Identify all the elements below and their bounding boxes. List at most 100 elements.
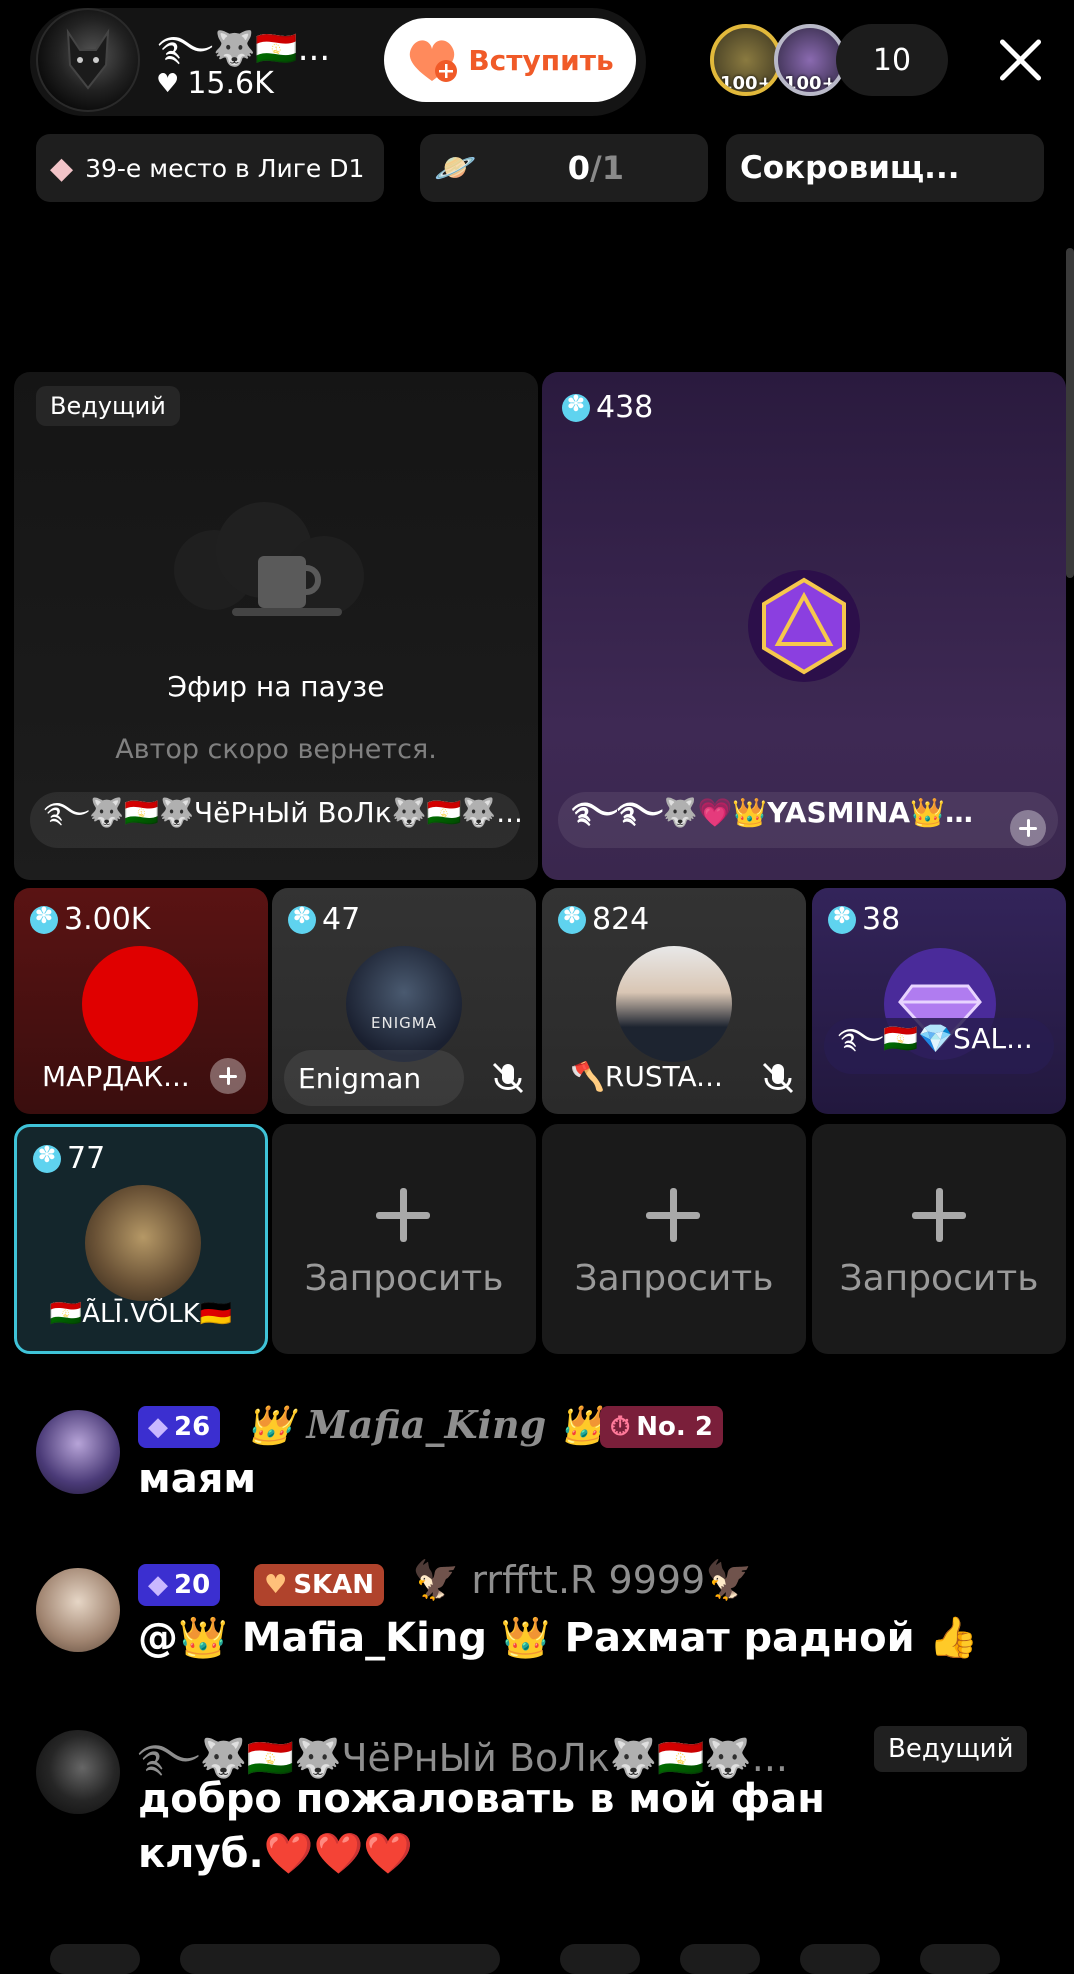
add-friend-plus-icon[interactable] [1010,810,1046,846]
host-role-badge: Ведущий [874,1726,1028,1772]
likes-count: 15.6K [187,66,274,101]
score-value: 3.00K [64,902,151,937]
top-viewer-1-avatar[interactable]: 100+ [710,24,782,96]
fan-tag-badge: ♥ SKAN [254,1564,385,1606]
bottom-button[interactable] [800,1944,880,1974]
score-value: 77 [67,1141,106,1176]
bottom-button[interactable] [560,1944,640,1974]
chat-avatar[interactable] [36,1410,120,1494]
chat-username[interactable]: 👑 Mafia_King 👑 [246,1402,607,1448]
star-coin-icon [288,904,316,934]
star-coin-icon [33,1143,61,1173]
paused-coffee-icon [174,502,364,616]
gem-icon: ◆ [148,1412,168,1442]
paused-title: Эфир на паузе [167,670,385,703]
add-friend-plus-icon[interactable] [210,1058,246,1094]
guest-tile-sal[interactable]: 38 ࿐🇹🇯💎SAL... [812,888,1066,1114]
guest-name: МАРДАК... [42,1060,190,1093]
guest-name: 🪓RUSTA... [570,1060,723,1093]
guest-tile-yasmina[interactable]: 438 ࿐࿐🐺💗👑YASMINA👑💗... [542,372,1066,880]
chat-message-line-1: добро пожаловать в мой фан [138,1776,825,1822]
rank-value: No. 2 [636,1412,713,1442]
level-value: 26 [174,1412,211,1442]
guest-tile-enigman[interactable]: 47 ENIGMA Enigman [272,888,536,1114]
request-label: Запросить [839,1258,1039,1299]
chat-username[interactable]: 🦅 rrfftt.R 9999🦅 [412,1558,753,1603]
bottom-button[interactable] [50,1944,140,1974]
stopwatch-icon: ⏱ [610,1411,631,1442]
bottom-button[interactable] [680,1944,760,1974]
score-value: 824 [592,902,650,937]
wolf-avatar-icon [66,28,110,90]
score-value: 438 [596,390,654,425]
chat-message: маям [138,1456,257,1502]
score-value: 47 [322,902,361,937]
chat-avatar[interactable] [36,1568,120,1652]
polyhedron-avatar-icon [748,570,860,682]
guest-score: 3.00K [30,902,150,937]
viewer-count[interactable]: 10 [836,24,948,96]
treasure-chip[interactable]: Сокровищ... [726,134,1044,202]
mic-muted-icon [492,1062,524,1094]
star-coin-icon [30,904,58,934]
close-icon[interactable] [990,30,1050,90]
star-coin-icon [558,904,586,934]
paused-subtitle: Автор скоро вернется. [115,734,437,765]
join-fan-club-button[interactable]: Вступить [384,18,636,102]
chat-message: @👑 Mafia_King 👑 Рахмат радной 👍 [138,1615,979,1661]
plus-icon [912,1188,966,1242]
comment-input[interactable] [180,1944,500,1974]
mic-muted-icon [762,1062,794,1094]
host-tag: Ведущий [36,386,180,426]
scrollbar[interactable] [1066,248,1074,578]
guest-tile-alivolk[interactable]: 77 🇹🇯ÃLĪ.VÕLK🇩🇪 [14,1124,268,1354]
guest-score: 38 [828,902,900,937]
host-stage-tile[interactable]: Ведущий Эфир на паузе Автор скоро вернет… [14,372,538,880]
diamond-icon: ◆ [50,150,74,186]
request-label: Запросить [574,1258,774,1299]
request-seat-tile[interactable]: Запросить [272,1124,536,1354]
goal-progress-chip[interactable]: 🪐 0/1 [420,134,708,202]
star-coin-icon [828,904,856,934]
planet-icon: 🪐 [434,148,477,188]
guest-name: Enigman [284,1050,464,1106]
star-coin-icon [562,392,590,422]
guest-name: ࿐࿐🐺💗👑YASMINA👑💗... [572,795,992,829]
heart-badge-icon: ♥ [264,1570,288,1600]
guest-score: 438 [562,390,653,425]
guest-avatar [616,946,732,1062]
plus-icon [376,1188,430,1242]
request-seat-tile[interactable]: Запросить [812,1124,1066,1354]
avatar-text: ENIGMA [371,1014,437,1032]
plus-icon [646,1188,700,1242]
host-tile-name[interactable]: ࿐🐺🇹🇯🐺ЧёРнЫй ВоЛк🐺🇹🇯🐺... [30,792,520,848]
host-avatar[interactable] [36,8,140,112]
host-likes: ♥ 15.6K [156,66,274,101]
level-badge: ◆ 20 [138,1564,221,1606]
level-value: 20 [174,1570,211,1600]
guest-name: ࿐🇹🇯💎SAL... [824,1018,1054,1074]
guest-avatar [82,946,198,1062]
bottom-button[interactable] [920,1944,1000,1974]
guest-score: 47 [288,902,360,937]
rank-badge: ⏱ No. 2 [600,1406,723,1448]
gem-icon: ◆ [148,1570,168,1600]
guest-score: 77 [33,1141,105,1176]
guest-tile-rusta[interactable]: 824 🪓RUSTA... [542,888,806,1114]
viewer-badge: 100+ [784,73,837,94]
fan-heart-icon [406,37,458,83]
score-value: 38 [862,902,901,937]
viewer-badge: 100+ [720,73,773,94]
league-rank-chip[interactable]: ◆ 39-е место в Лиге D1 [36,134,384,202]
heart-icon: ♥ [156,68,180,99]
fan-tag: SKAN [293,1570,375,1600]
level-badge: ◆ 26 [138,1406,221,1448]
league-rank-label: 39-е место в Лиге D1 [85,153,365,183]
guest-avatar: ENIGMA [346,946,462,1062]
chat-message-line-2: клуб.❤️❤️❤️ [138,1831,414,1877]
guest-score: 824 [558,902,649,937]
guest-tile-mardak[interactable]: 3.00K МАРДАК... [14,888,268,1114]
guest-tile-name[interactable]: ࿐࿐🐺💗👑YASMINA👑💗... [558,792,1058,848]
chat-avatar[interactable] [36,1730,120,1814]
request-seat-tile[interactable]: Запросить [542,1124,806,1354]
